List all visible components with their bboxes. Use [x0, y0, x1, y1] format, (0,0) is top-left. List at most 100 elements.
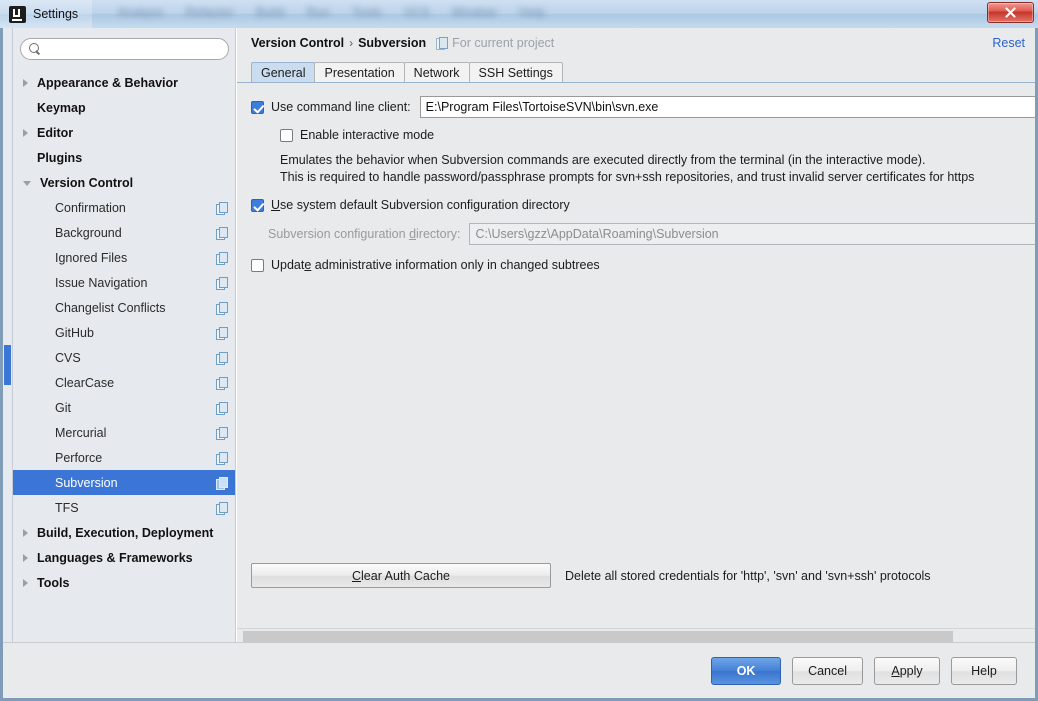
- sidebar-item-label: Plugins: [37, 150, 83, 165]
- content-horizontal-scrollbar-thumb[interactable]: [243, 631, 953, 642]
- dialog-footer: OK Cancel Apply Help: [3, 642, 1035, 698]
- sidebar-item-background[interactable]: Background: [13, 220, 235, 245]
- sidebar-item-label: GitHub: [55, 325, 94, 340]
- sidebar-item-version-control[interactable]: Version Control: [13, 170, 235, 195]
- help-button[interactable]: Help: [951, 656, 1017, 685]
- sidebar-item-appearance-behavior[interactable]: Appearance & Behavior: [13, 70, 235, 95]
- config-directory-input[interactable]: C:\Users\gzz\AppData\Roaming\Subversion: [469, 223, 1035, 245]
- chevron-right-icon[interactable]: [23, 528, 28, 537]
- sidebar-item-ignored-files[interactable]: Ignored Files: [13, 245, 235, 270]
- dialog-titlebar: Settings: [0, 0, 1038, 28]
- search-icon: [29, 43, 41, 55]
- search-input[interactable]: [45, 41, 220, 57]
- tab-presentation[interactable]: Presentation: [314, 62, 405, 83]
- sidebar-item-label: CVS: [55, 350, 81, 365]
- sidebar-item-git[interactable]: Git: [13, 395, 235, 420]
- update-admin-info-checkbox[interactable]: [251, 258, 264, 272]
- sidebar-item-mercurial[interactable]: Mercurial: [13, 420, 235, 445]
- project-scope-icon: [216, 301, 228, 315]
- tab-general[interactable]: General: [251, 62, 316, 83]
- svn-executable-path-input[interactable]: E:\Program Files\TortoiseSVN\bin\svn.exe: [419, 96, 1035, 118]
- chevron-right-icon[interactable]: [23, 78, 28, 87]
- tab-network[interactable]: Network: [403, 62, 470, 83]
- enable-interactive-mode-label: Enable interactive mode: [300, 128, 435, 142]
- content-area: Appearance & Behavior Keymap Editor Plugins…: [3, 28, 1035, 642]
- sidebar-item-plugins[interactable]: Plugins: [13, 145, 235, 170]
- project-scope-icon: [216, 326, 228, 340]
- update-admin-info-pre: Updat: [271, 258, 305, 272]
- use-system-default-dir-checkbox[interactable]: [251, 198, 264, 212]
- use-system-default-dir-rest: se system default Subversion configurati…: [280, 198, 570, 212]
- sidebar-item-tfs[interactable]: TFS: [13, 495, 235, 520]
- search-field[interactable]: [20, 38, 229, 60]
- project-scope-icon: [216, 276, 228, 290]
- sidebar-item-label: Version Control: [40, 175, 134, 190]
- sidebar-item-subversion[interactable]: Subversion: [13, 470, 235, 495]
- project-scope-icon: [216, 226, 228, 240]
- chevron-right-icon[interactable]: [23, 578, 28, 587]
- sidebar-scrollbar-thumb[interactable]: [4, 345, 11, 385]
- sidebar-item-label: Build, Execution, Deployment: [37, 525, 214, 540]
- config-directory-label-pre: Subversion configuration: [268, 227, 410, 241]
- clear-auth-cache-button[interactable]: Clear Auth Cache: [251, 563, 551, 588]
- project-scope-icon: [216, 501, 228, 515]
- chevron-right-icon[interactable]: [23, 128, 28, 137]
- close-icon[interactable]: [987, 2, 1034, 23]
- sidebar-item-label: Appearance & Behavior: [37, 75, 179, 90]
- sidebar-search-wrap: [13, 34, 235, 66]
- settings-dialog-window: Analyze Refactor Build Run Tools VCS Window Hel…: [0, 0, 1038, 701]
- window-title: Settings: [33, 7, 79, 21]
- chevron-down-icon[interactable]: [23, 181, 31, 186]
- sidebar-item-clearcase[interactable]: ClearCase: [13, 370, 235, 395]
- cancel-button[interactable]: Cancel: [792, 656, 863, 685]
- dialog-body: Appearance & Behavior Keymap Editor Plugins…: [0, 28, 1038, 701]
- sidebar-item-confirmation[interactable]: Confirmation: [13, 195, 235, 220]
- interactive-mode-description: Emulates the behavior when Subversion co…: [251, 152, 1035, 186]
- apply-button-mnemonic: A: [891, 663, 900, 678]
- config-directory-label-post: irectory:: [416, 227, 461, 241]
- sidebar-scrollbar[interactable]: [3, 28, 12, 642]
- scope-note-label: For current project: [452, 36, 555, 50]
- sidebar-item-label: Background: [55, 225, 122, 240]
- use-system-default-dir-mnemonic: U: [271, 198, 281, 212]
- sidebar-item-label: Ignored Files: [55, 250, 128, 265]
- content-horizontal-scrollbar[interactable]: [237, 628, 1035, 642]
- scope-note: For current project: [436, 36, 554, 50]
- tab-label: General: [261, 66, 306, 80]
- sidebar-item-cvs[interactable]: CVS: [13, 345, 235, 370]
- ok-button[interactable]: OK: [711, 656, 782, 685]
- sidebar-item-label: Tools: [37, 575, 70, 590]
- settings-tabs: General Presentation Network SSH Settings: [251, 61, 1035, 83]
- sidebar-item-label: Git: [55, 400, 71, 415]
- sidebar-item-build-execution-deployment[interactable]: Build, Execution, Deployment: [13, 520, 235, 545]
- sidebar-item-languages-frameworks[interactable]: Languages & Frameworks: [13, 545, 235, 570]
- tab-label: Presentation: [324, 66, 395, 80]
- sidebar-item-issue-navigation[interactable]: Issue Navigation: [13, 270, 235, 295]
- breadcrumb-parent[interactable]: Version Control: [251, 36, 344, 50]
- sidebar-item-perforce[interactable]: Perforce: [13, 445, 235, 470]
- sidebar-item-changelist-conflicts[interactable]: Changelist Conflicts: [13, 295, 235, 320]
- breadcrumb-separator: ›: [349, 36, 354, 50]
- use-system-default-dir-label: Use system default Subversion configurat…: [271, 198, 570, 212]
- intellij-logo-icon: [9, 5, 26, 23]
- tab-ssh-settings[interactable]: SSH Settings: [468, 62, 563, 83]
- chevron-right-icon[interactable]: [23, 553, 28, 562]
- sidebar-item-keymap[interactable]: Keymap: [13, 95, 235, 120]
- sidebar-item-label: Confirmation: [55, 200, 126, 215]
- project-scope-icon: [216, 426, 228, 440]
- enable-interactive-mode-checkbox[interactable]: [280, 128, 293, 142]
- reset-link[interactable]: Reset: [992, 36, 1025, 50]
- sidebar-item-tools[interactable]: Tools: [13, 570, 235, 595]
- sidebar-item-label: Keymap: [37, 100, 86, 115]
- apply-button[interactable]: Apply: [874, 656, 940, 685]
- clear-auth-cache-mnemonic: C: [352, 568, 362, 583]
- settings-sidebar: Appearance & Behavior Keymap Editor Plugins…: [3, 28, 236, 642]
- enable-interactive-mode-row: Enable interactive mode: [251, 128, 1035, 142]
- use-command-line-client-checkbox[interactable]: [251, 100, 264, 114]
- clear-auth-cache-label: lear Auth Cache: [361, 568, 450, 583]
- sidebar-item-label: ClearCase: [55, 375, 115, 390]
- use-system-default-dir-row: Use system default Subversion configurat…: [251, 198, 1035, 212]
- sidebar-item-editor[interactable]: Editor: [13, 120, 235, 145]
- sidebar-item-label: Changelist Conflicts: [55, 300, 166, 315]
- sidebar-item-github[interactable]: GitHub: [13, 320, 235, 345]
